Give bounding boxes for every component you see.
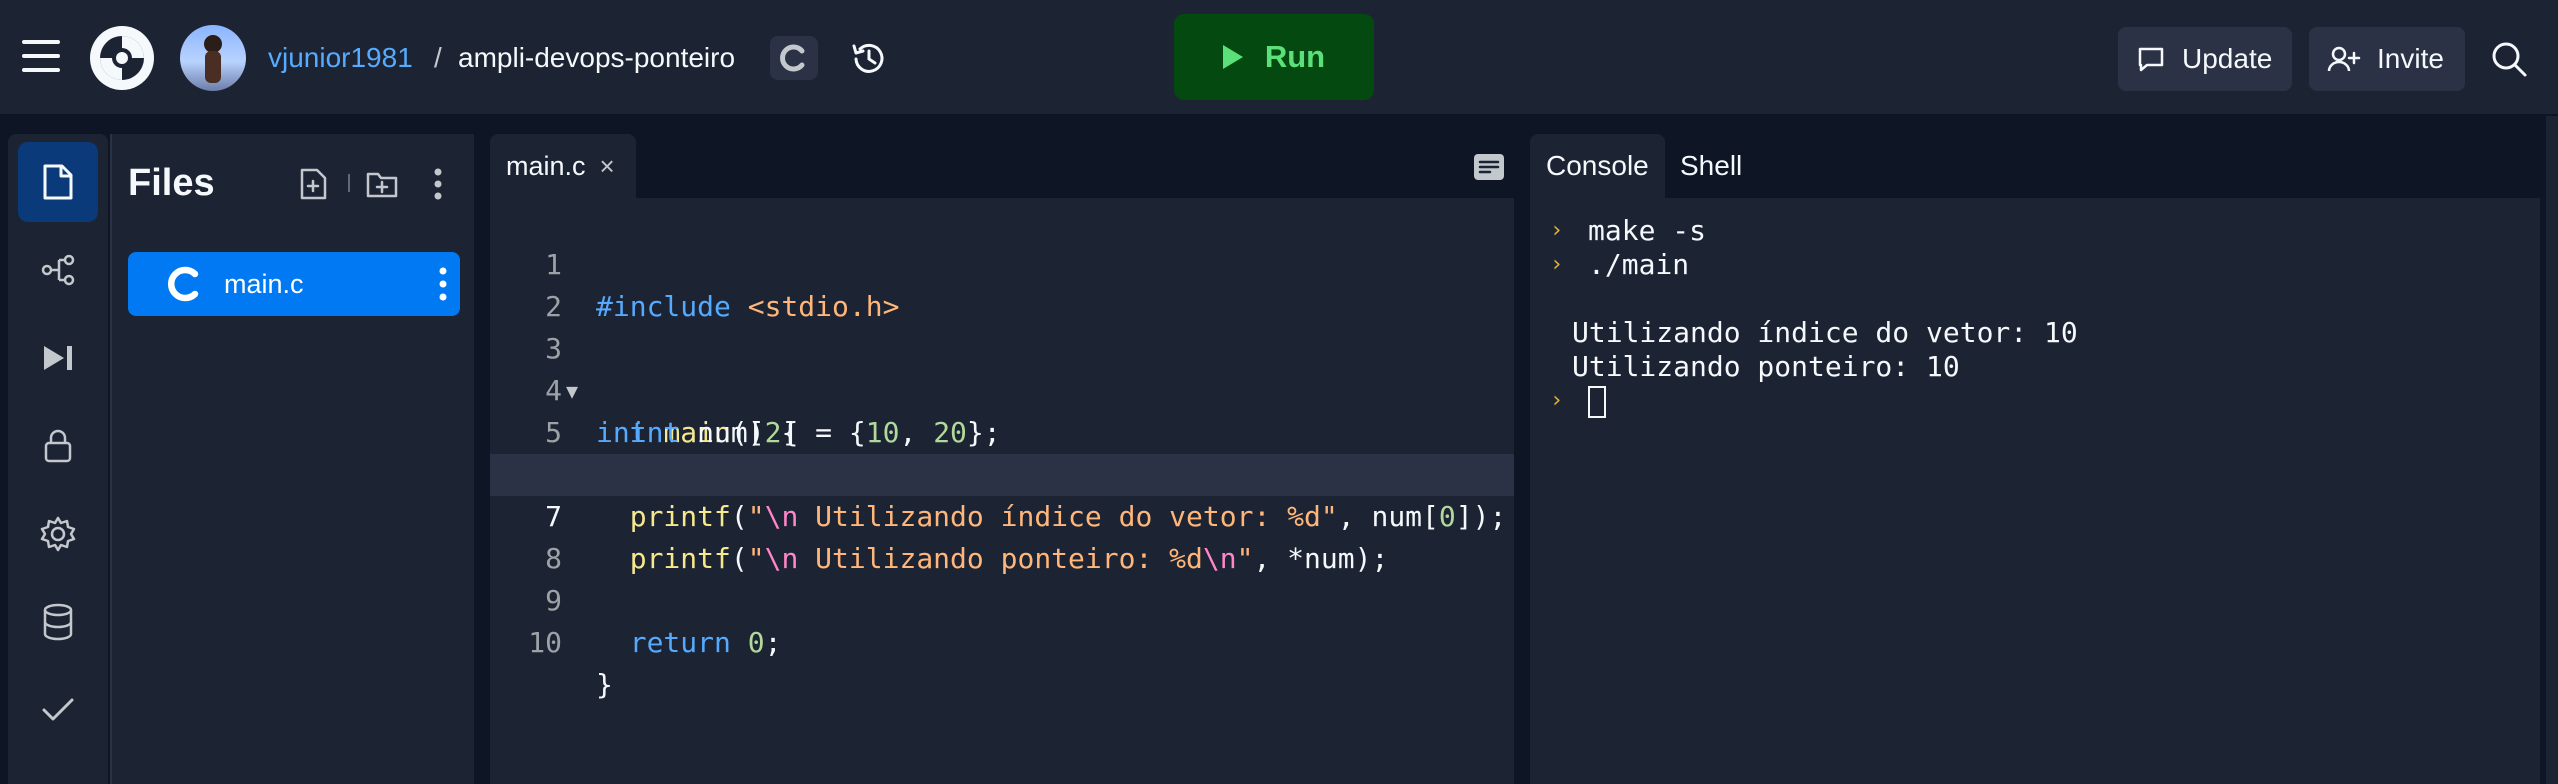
invite-button[interactable]: Invite: [2309, 27, 2465, 91]
avatar[interactable]: [180, 25, 246, 91]
secrets-button[interactable]: [18, 406, 98, 486]
close-tab-icon[interactable]: ×: [600, 151, 615, 182]
tab-shell[interactable]: Shell: [1664, 134, 1758, 198]
editor-options-icon[interactable]: [1472, 152, 1506, 182]
play-icon: [1222, 45, 1243, 69]
tab-main-c[interactable]: main.c ×: [490, 134, 636, 198]
settings-button[interactable]: [18, 494, 98, 574]
database-icon: [43, 603, 73, 641]
console-pane: Console Shell › make -s › ./main Utiliza…: [1530, 134, 2540, 784]
update-label: Update: [2182, 43, 2273, 74]
new-file-icon: [300, 168, 327, 200]
prompt-icon: ›: [1550, 252, 1564, 277]
update-button[interactable]: Update: [2118, 27, 2292, 91]
new-file-button[interactable]: [294, 164, 334, 204]
kebab-menu-icon: [434, 168, 442, 200]
new-folder-icon: [366, 172, 398, 198]
console-output-line: Utilizando ponteiro: 10: [1572, 350, 1960, 383]
code-line: 8: [545, 542, 562, 575]
step-forward-icon: [44, 346, 72, 370]
repl-name[interactable]: ampli-devops-ponteiro: [458, 42, 735, 74]
file-icon: [43, 164, 73, 200]
left-tool-rail: [8, 134, 108, 784]
git-branch-icon: [41, 254, 75, 286]
unit-tests-button[interactable]: [18, 670, 98, 750]
c-language-icon: [167, 266, 199, 302]
comment-icon: [2138, 47, 2164, 72]
new-folder-button[interactable]: [362, 164, 402, 204]
invite-label: Invite: [2377, 43, 2444, 74]
files-title: Files: [128, 162, 215, 204]
code-line-highlighted: 7 printf("\n Utilizando ponteiro: %d\n",…: [490, 454, 1514, 575]
code-line: 6 printf("\n Utilizando índice do vetor:…: [545, 458, 1507, 533]
prompt-icon: ›: [1550, 388, 1564, 413]
username-link[interactable]: vjunior1981: [268, 42, 413, 74]
files-pane: Files main.c: [110, 134, 474, 784]
code-line: 3 ▼ int main() {: [545, 332, 799, 449]
scrollbar[interactable]: [2546, 116, 2558, 784]
code-line: 1 #include <stdio.h>: [545, 248, 900, 323]
file-item-main-c[interactable]: main.c: [128, 252, 460, 316]
lock-icon: [44, 429, 72, 463]
console-tab-bar: Console Shell: [1530, 134, 2540, 198]
code-line: 4 int num[2] = {10, 20};: [545, 374, 1001, 449]
search-icon[interactable]: [2488, 38, 2530, 80]
files-menu-button[interactable]: [418, 164, 458, 204]
prompt-icon: ›: [1550, 218, 1564, 243]
checkmark-icon: [42, 698, 74, 721]
debugger-button[interactable]: [18, 318, 98, 398]
console-output[interactable]: › make -s › ./main Utilizando índice do …: [1530, 198, 2540, 784]
add-user-icon: [2327, 46, 2361, 72]
code-line: 5: [545, 416, 562, 449]
c-language-badge[interactable]: [770, 36, 818, 80]
code-line: 10 }: [528, 626, 613, 701]
replit-logo-icon[interactable]: [88, 24, 156, 92]
top-bar: vjunior1981 / ampli-devops-ponteiro Run …: [0, 0, 2558, 116]
code-line: 9 return 0;: [545, 584, 782, 659]
menu-icon[interactable]: [22, 40, 60, 74]
code-area[interactable]: 1 #include <stdio.h> 2 3 ▼ int main() { …: [490, 198, 1514, 784]
breadcrumb-separator: /: [434, 42, 442, 73]
gear-icon: [40, 516, 76, 552]
code-line: 2: [545, 290, 562, 323]
files-tool-button[interactable]: [18, 142, 98, 222]
database-button[interactable]: [18, 582, 98, 662]
console-command: make -s: [1588, 214, 1707, 247]
terminal-cursor: [1588, 386, 1606, 418]
tab-console[interactable]: Console: [1530, 134, 1665, 198]
console-command: ./main: [1588, 248, 1690, 281]
editor-tab-bar: main.c ×: [490, 134, 1514, 198]
run-button[interactable]: Run: [1174, 14, 1374, 100]
history-icon[interactable]: [848, 38, 890, 80]
console-output-line: Utilizando índice do vetor: 10: [1572, 316, 2078, 349]
file-name: main.c: [224, 269, 304, 299]
run-label: Run: [1264, 39, 1326, 74]
code-editor: main.c × 1 #include <stdio.h> 2 3 ▼ int …: [490, 134, 1514, 784]
version-control-button[interactable]: [18, 230, 98, 310]
tab-label: main.c: [506, 150, 586, 181]
file-options-icon[interactable]: [438, 266, 448, 302]
toolbar-divider: [348, 174, 350, 192]
c-language-icon: [780, 44, 805, 72]
